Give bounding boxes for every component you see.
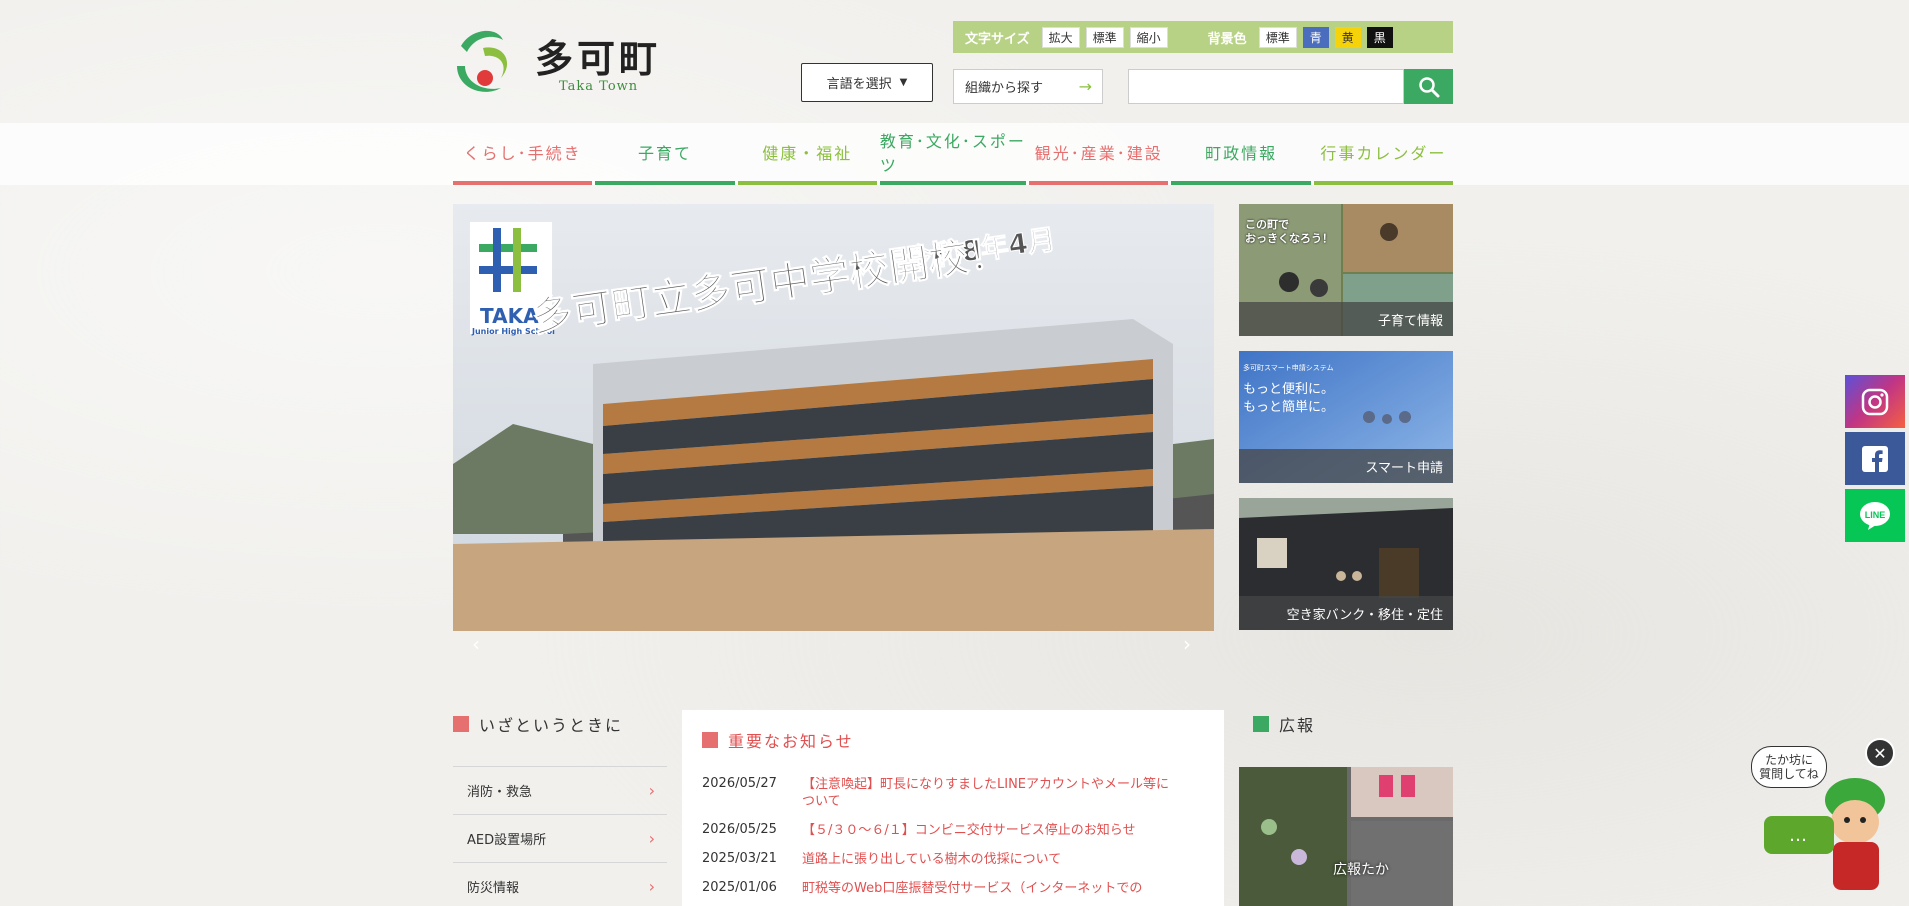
news-title: 重要なお知らせ <box>702 728 1204 752</box>
hero-prev-button[interactable]: ‹ <box>472 632 480 656</box>
taka-logo-icon <box>457 30 508 92</box>
global-nav: くらし･手続き 子育て 健康・福祉 教育･文化･スポーツ 観光･産業･建設 町政情報 行事カ… <box>453 123 1454 185</box>
smart-application-line1: もっと便利に。 <box>1243 382 1335 397</box>
bg-yellow-button[interactable]: 黄 <box>1334 26 1361 48</box>
koho-title: 広報 <box>1253 712 1453 736</box>
facebook-button[interactable] <box>1845 432 1905 485</box>
emergency-item-fire[interactable]: 消防・救急 › <box>453 766 667 814</box>
org-search-button[interactable]: 組織から探す → <box>953 69 1103 104</box>
emergency-item-aed[interactable]: AED設置場所 › <box>453 814 667 862</box>
bg-standard-button[interactable]: 標準 <box>1258 26 1297 48</box>
instagram-icon <box>1861 388 1889 415</box>
emergency-title: いざというときに <box>453 712 667 736</box>
emergency-list: 消防・救急 › AED設置場所 › 防災情報 › <box>453 766 667 906</box>
smart-application-line2: もっと簡単に。 <box>1243 400 1335 415</box>
section-marker <box>453 716 469 732</box>
emergency-item-label: AED設置場所 <box>467 833 547 848</box>
line-button[interactable]: LINE <box>1845 489 1905 542</box>
news-link[interactable]: 道路上に張り出している樹木の伐採について <box>802 851 1172 868</box>
bg-blue-button[interactable]: 青 <box>1302 26 1329 48</box>
org-search-label: 組織から探す <box>965 81 1044 96</box>
nav-item-6[interactable]: 行事カレンダー <box>1313 123 1454 185</box>
news-date: 2025/01/06 <box>702 880 777 895</box>
banner-vacant-house[interactable]: 空き家バンク・移住・定住 <box>1239 498 1453 630</box>
chat-bubble-text: たか坊に 質問してね <box>1759 753 1819 781</box>
smart-application-small-title: 多可町スマート申請システム <box>1243 364 1334 372</box>
koho-image <box>1239 767 1453 906</box>
nav-item-3[interactable]: 教育･文化･スポーツ <box>879 123 1027 185</box>
news-row: 2025/03/21 道路上に張り出している樹木の伐採について <box>702 851 1204 868</box>
search-input[interactable] <box>1128 69 1404 104</box>
emergency-title-text: いざというときに <box>479 716 624 735</box>
chevron-right-icon: › <box>648 781 655 800</box>
facebook-icon <box>1862 445 1888 472</box>
news-row: 2026/05/25 【５/３０～６/１】コンビニ交付サービス停止のお知らせ <box>702 822 1204 839</box>
section-marker <box>1253 716 1269 732</box>
bg-color-label: 背景色 <box>1207 31 1247 47</box>
news-list: 2026/05/27 【注意喚起】町長になりすましたLINEアカウントやメール等に… <box>702 776 1204 897</box>
chevron-right-icon: › <box>648 877 655 896</box>
chevron-right-icon: › <box>648 829 655 848</box>
hero-slideshow[interactable]: TAKA Junior High School 令和8年4月 多可町立多可中学校… <box>453 204 1214 631</box>
bg-black-button[interactable]: 黒 <box>1366 26 1393 48</box>
nav-item-5[interactable]: 町政情報 <box>1171 123 1311 185</box>
nav-item-4[interactable]: 観光･産業･建設 <box>1029 123 1169 185</box>
koho-caption: 広報たか <box>1333 862 1389 878</box>
language-select[interactable]: 言語を選択 ▼ <box>801 63 933 102</box>
chevron-down-icon: ▼ <box>899 77 908 88</box>
font-size-label: 文字サイズ <box>965 31 1030 47</box>
search-icon <box>1418 76 1439 97</box>
news-date: 2025/03/21 <box>702 851 777 866</box>
emergency-item-label: 防災情報 <box>467 881 520 896</box>
instagram-button[interactable] <box>1845 375 1905 428</box>
news-row: 2026/05/27 【注意喚起】町長になりすましたLINEアカウントやメール等に… <box>702 776 1204 810</box>
vacant-house-caption: 空き家バンク・移住・定住 <box>1239 596 1453 630</box>
news-link[interactable]: 【注意喚起】町長になりすましたLINEアカウントやメール等について <box>802 776 1172 810</box>
font-size-small-button[interactable]: 縮小 <box>1129 26 1168 48</box>
news-link[interactable]: 町税等のWeb口座振替受付サービス（インターネットでの <box>802 880 1172 897</box>
news-title-text: 重要なお知らせ <box>728 732 854 751</box>
hero-badge-name: TAKA <box>480 304 539 328</box>
arrow-right-icon: → <box>1078 77 1092 96</box>
koho-banner[interactable]: 広報たか <box>1239 767 1453 906</box>
news-date: 2026/05/27 <box>702 776 777 791</box>
font-size-standard-button[interactable]: 標準 <box>1085 26 1124 48</box>
smart-application-caption: スマート申請 <box>1239 449 1453 483</box>
language-select-label: 言語を選択 <box>826 77 892 92</box>
news-link[interactable]: 【５/３０～６/１】コンビニ交付サービス停止のお知らせ <box>802 822 1172 839</box>
hero-next-button[interactable]: › <box>1183 632 1191 656</box>
koho-title-text: 広報 <box>1279 716 1316 735</box>
search-button[interactable] <box>1404 69 1453 104</box>
nav-item-2[interactable]: 健康・福祉 <box>737 123 877 185</box>
news-date: 2026/05/25 <box>702 822 777 837</box>
line-icon: LINE <box>1860 501 1890 530</box>
site-logo[interactable]: 多可町 Taka Town <box>453 26 668 101</box>
news-row: 2025/01/06 町税等のWeb口座振替受付サービス（インターネットでの <box>702 880 1204 897</box>
chat-dots-text: … <box>1789 824 1809 846</box>
childcare-caption: 子育て情報 <box>1239 302 1453 336</box>
banner-childcare[interactable]: この町で おっきくなろう！ 子育て情報 <box>1239 204 1453 336</box>
font-size-large-button[interactable]: 拡大 <box>1041 26 1080 48</box>
accessibility-bar: 文字サイズ 拡大 標準 縮小 背景色 標準 青 黄 黒 <box>953 21 1453 53</box>
close-icon[interactable]: ✕ <box>1865 738 1895 768</box>
nav-item-1[interactable]: 子育て <box>595 123 735 185</box>
site-subtitle: Taka Town <box>559 79 639 94</box>
emergency-item-disaster[interactable]: 防災情報 › <box>453 862 667 906</box>
emergency-item-label: 消防・救急 <box>467 785 533 800</box>
banner-smart-application[interactable]: 多可町スマート申請システム もっと便利に。 もっと簡単に。 スマート申請 <box>1239 351 1453 483</box>
nav-item-0[interactable]: くらし･手続き <box>453 123 593 185</box>
site-title: 多可町 <box>535 36 662 81</box>
important-news: 重要なお知らせ 2026/05/27 【注意喚起】町長になりすましたLINEアカウ… <box>682 710 1224 906</box>
svg-text:LINE: LINE <box>1865 510 1886 520</box>
childcare-overlay: この町で おっきくなろう！ <box>1245 218 1333 245</box>
chat-open-button[interactable]: … <box>1764 816 1834 854</box>
section-marker <box>702 732 718 748</box>
